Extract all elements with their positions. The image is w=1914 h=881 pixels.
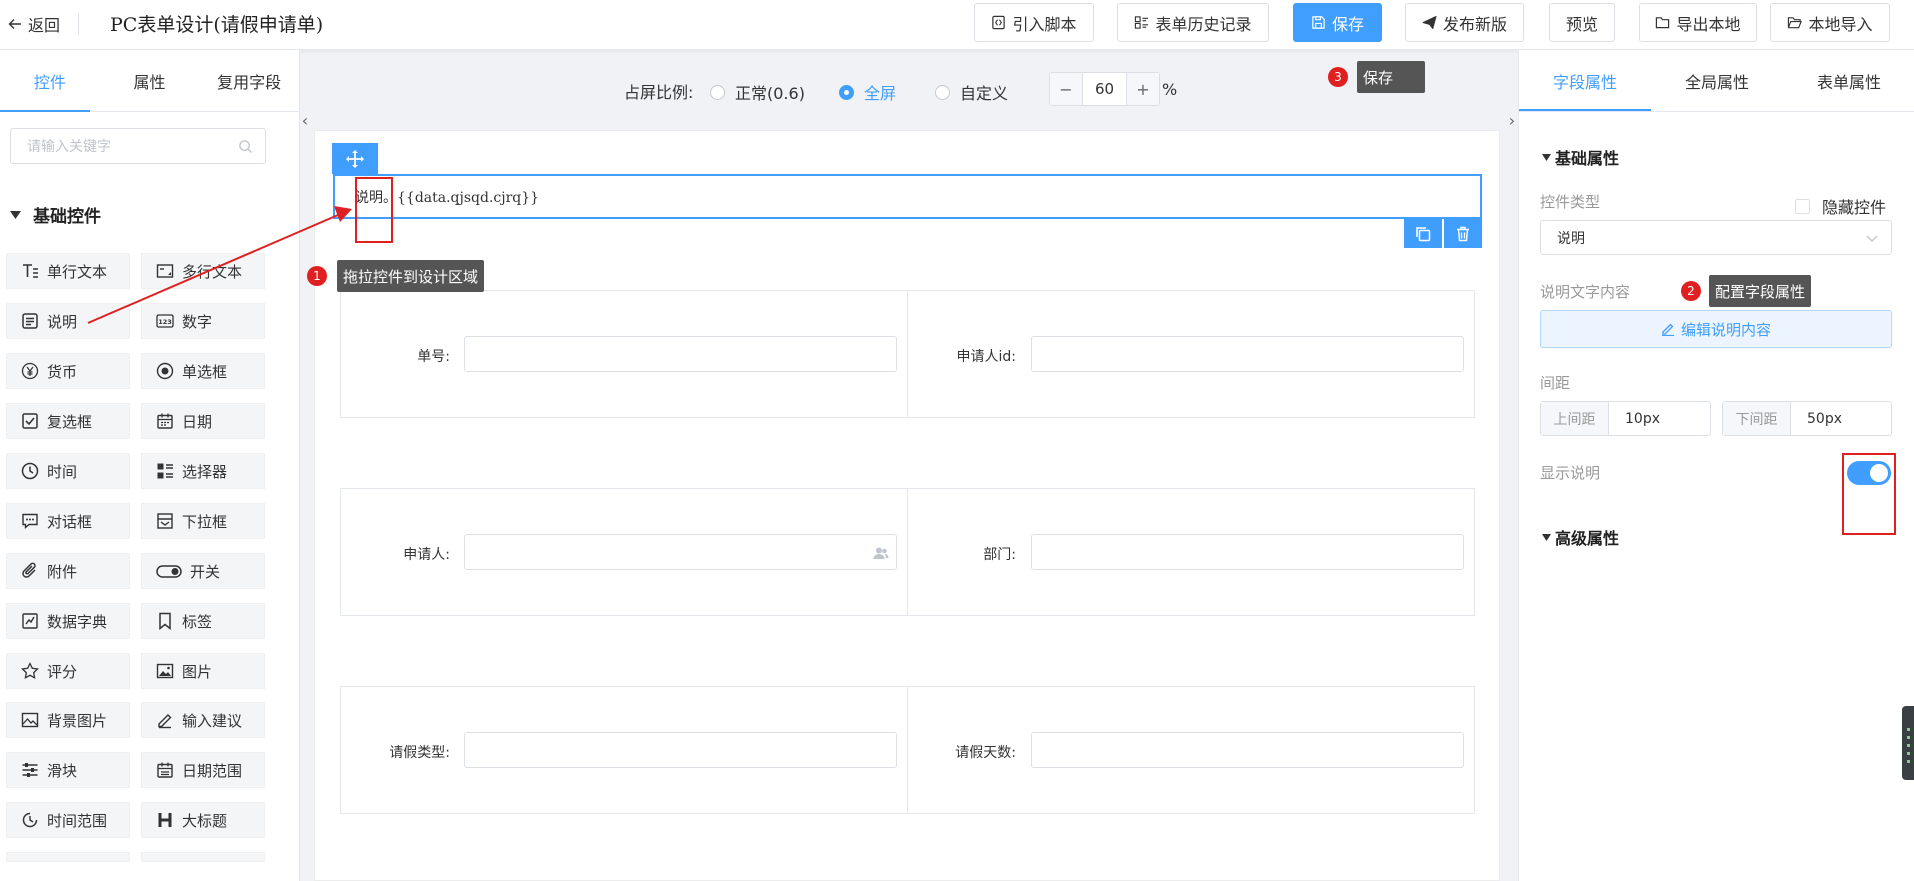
annotation-badge-2: 2 — [1681, 281, 1701, 301]
annotation-arrow — [87, 206, 352, 324]
annotation-badge-1: 1 — [307, 266, 327, 286]
annotation-tip-1: 拖拉控件到设计区域 — [337, 260, 485, 292]
annotation-tip-3: 保存 — [1357, 61, 1425, 93]
annotation-badge-3: 3 — [1328, 67, 1348, 87]
annotation-tip-2: 配置字段属性 — [1709, 275, 1812, 307]
